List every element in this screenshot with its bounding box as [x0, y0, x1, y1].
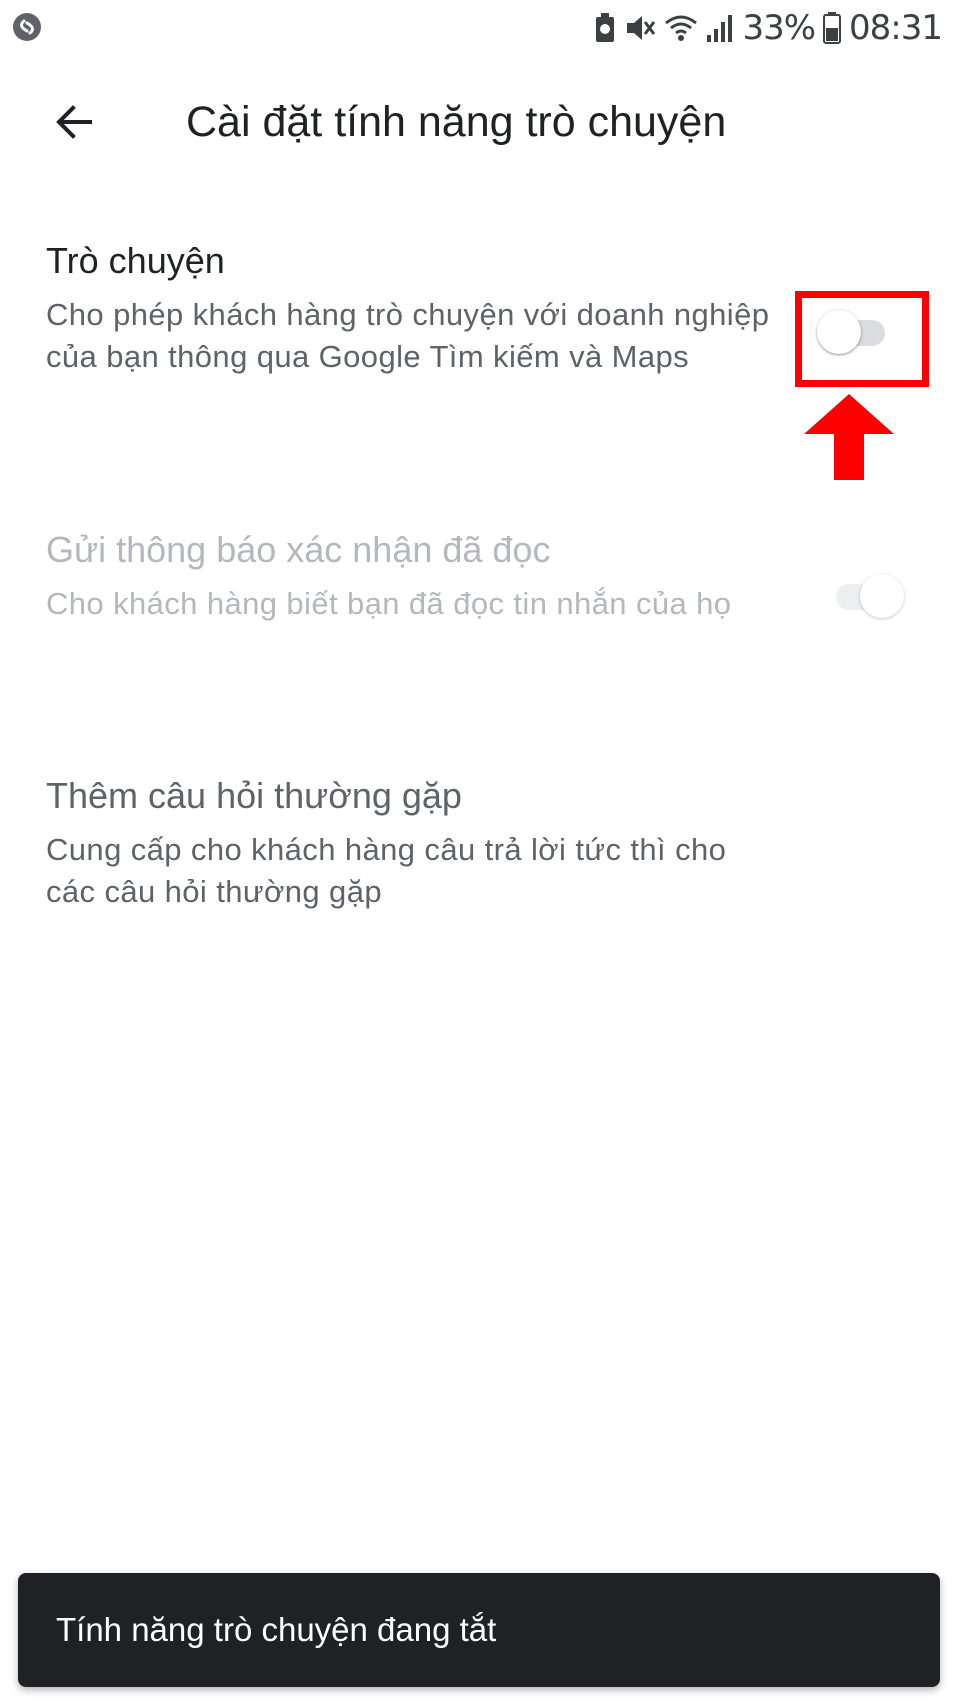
annotation-up-arrow: [804, 394, 894, 480]
shazam-icon: [13, 13, 41, 41]
back-button[interactable]: [44, 94, 104, 150]
setting-faq-description: Cung cấp cho khách hàng câu trả lời tức …: [46, 832, 727, 909]
setting-chat-description: Cho phép khách hàng trò chuyện với doanh…: [46, 297, 770, 374]
battery-percent: 33%: [742, 8, 816, 48]
wifi-icon: [665, 15, 698, 41]
snackbar: Tính năng trò chuyện đang tắt: [18, 1573, 940, 1687]
app-bar: Cài đặt tính năng trò chuyện: [0, 70, 960, 174]
signal-icon: [707, 15, 733, 42]
snackbar-message: Tính năng trò chuyện đang tắt: [56, 1611, 497, 1648]
read-receipts-toggle-thumb: [860, 574, 904, 618]
annotation-highlight-box: [795, 291, 929, 387]
status-icons: 33% 08:31: [594, 8, 943, 48]
setting-faq-title: Thêm câu hỏi thường gặp: [46, 775, 462, 816]
arrow-back-icon: [56, 105, 92, 139]
setting-read-receipts-description: Cho khách hàng biết bạn đã đọc tin nhắn …: [46, 586, 732, 621]
setting-faq[interactable]: Thêm câu hỏi thường gặp Cung cấp cho khá…: [46, 773, 916, 913]
setting-read-receipts: Gửi thông báo xác nhận đã đọc Cho khách …: [46, 527, 916, 625]
setting-chat-title: Trò chuyện: [46, 240, 225, 281]
battery-saver-icon: [596, 13, 615, 42]
battery-icon: [823, 12, 842, 44]
status-time: 08:31: [849, 8, 943, 48]
status-bar: 33% 08:31: [0, 0, 960, 56]
setting-read-receipts-title: Gửi thông báo xác nhận đã đọc: [46, 529, 551, 570]
read-receipts-toggle: [830, 574, 904, 618]
mute-icon: [627, 16, 656, 40]
page-title: Cài đặt tính năng trò chuyện: [186, 98, 727, 146]
setting-chat[interactable]: Trò chuyện Cho phép khách hàng trò chuyệ…: [46, 238, 916, 378]
